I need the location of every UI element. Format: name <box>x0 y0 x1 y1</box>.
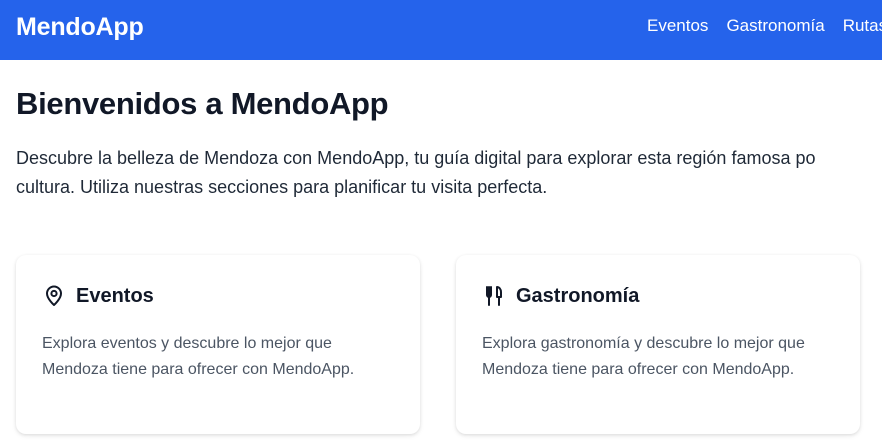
intro-paragraph: Descubre la belleza de Mendoza con Mendo… <box>16 144 882 202</box>
brand-logo-text[interactable]: MendoApp <box>16 12 144 42</box>
card-title: Eventos <box>76 285 154 307</box>
map-pin-icon <box>42 284 66 308</box>
main-nav: Eventos Gastronomía Rutas <box>647 16 882 36</box>
card-description: Explora gastronomía y descubre lo mejor … <box>482 335 805 378</box>
nav-link-gastronomia[interactable]: Gastronomía <box>726 16 824 36</box>
top-navbar: MendoApp Eventos Gastronomía Rutas <box>0 0 882 60</box>
nav-link-eventos[interactable]: Eventos <box>647 16 708 36</box>
intro-line-2: cultura. Utiliza nuestras secciones para… <box>16 177 548 197</box>
card-description: Explora eventos y descubre lo mejor que … <box>42 335 355 378</box>
card-header: Eventos <box>42 283 154 309</box>
nav-link-rutas[interactable]: Rutas <box>843 16 882 36</box>
card-gastronomia[interactable]: Gastronomía Explora gastronomía y descub… <box>456 255 860 434</box>
page-title: Bienvenidos a MendoApp <box>16 86 389 121</box>
utensils-icon <box>482 284 506 308</box>
card-eventos[interactable]: Eventos Explora eventos y descubre lo me… <box>16 255 420 434</box>
card-header: Gastronomía <box>482 283 639 309</box>
card-title: Gastronomía <box>516 285 640 307</box>
intro-line-1: Descubre la belleza de Mendoza con Mendo… <box>16 148 816 168</box>
